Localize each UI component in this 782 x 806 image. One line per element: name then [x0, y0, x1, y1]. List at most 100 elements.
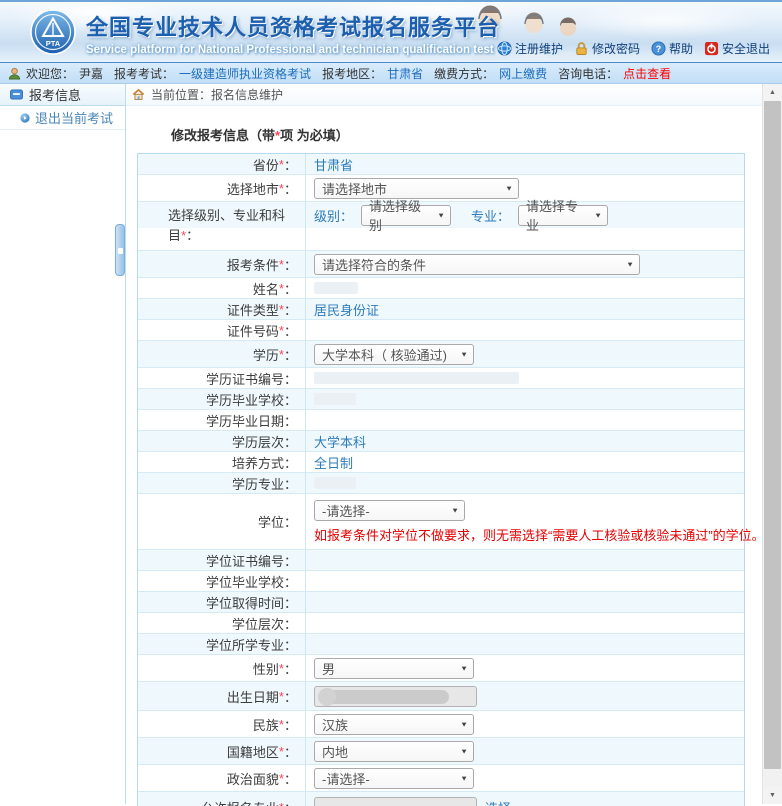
form-row-city: 选择地市*： 请选择地市▼ — [138, 175, 744, 202]
form-row-gender: 性别*： 男▼ — [138, 655, 744, 682]
major-label: 专业： — [471, 206, 510, 225]
masked-value — [314, 393, 356, 405]
header-links: 注册维护 修改密码 ? 帮助 安全退出 — [497, 40, 770, 57]
masked-value — [321, 690, 449, 704]
exam-name: 一级建造师执业资格考试 — [179, 65, 311, 82]
training-mode-value: 全日制 — [314, 453, 353, 472]
power-icon — [704, 41, 719, 56]
select-arrow-icon: ▼ — [505, 184, 513, 192]
level-select[interactable]: 请选择级别▼ — [361, 205, 451, 226]
lock-icon — [574, 41, 589, 56]
user-name: 尹嘉 — [79, 65, 103, 82]
condition-select[interactable]: 请选择符合的条件▼ — [314, 254, 640, 275]
register-maintain-link[interactable]: 注册维护 — [497, 40, 563, 57]
app-title: 全国专业技术人员资格考试报名服务平台 — [86, 10, 500, 42]
user-icon — [8, 67, 21, 80]
form-row-edu-level: 学历层次： 大学本科 — [138, 431, 744, 452]
vertical-scrollbar[interactable]: ▲ ▼ — [762, 84, 782, 804]
globe-icon — [497, 41, 512, 56]
form-row-training-mode: 培养方式： 全日制 — [138, 452, 744, 473]
form-row-id-number: 证件号码*： — [138, 320, 744, 341]
select-arrow-icon: ▼ — [626, 260, 634, 268]
form-row-ethnicity: 民族*： 汉族▼ — [138, 711, 744, 738]
change-password-link[interactable]: 修改密码 — [574, 40, 640, 57]
form-row-degree-school: 学位毕业学校： — [138, 571, 744, 592]
registration-form: 省份*： 甘肃省 选择地市*： 请选择地市▼ 选择级别、专业和科目*： 级别： … — [137, 153, 745, 806]
content-area: 当前位置：报名信息维护 修改报考信息（带*项 为必填） 省份*： 甘肃省 选择地… — [126, 84, 762, 804]
region-label: 报考地区： — [322, 65, 382, 82]
sidebar: 报考信息 退出当前考试 — [0, 84, 126, 804]
form-row-nationality: 国籍地区*： 内地▼ — [138, 738, 744, 765]
form-row-degree: 学位： -请选择-▼ 如报考条件对学位不做要求，则无需选择“需要人工核验或核验未… — [138, 494, 744, 550]
nationality-select[interactable]: 内地▼ — [314, 741, 474, 762]
degree-select[interactable]: -请选择-▼ — [314, 500, 465, 521]
form-row-level-major: 选择级别、专业和科目*： 级别： 请选择级别▼ 专业： 请选择专业▼ — [138, 202, 744, 251]
form-row-education: 学历*： 大学本科（ 核验通过)▼ — [138, 341, 744, 368]
form-row-degree-cert-no: 学位证书编号： — [138, 550, 744, 571]
home-icon — [132, 88, 145, 101]
education-select[interactable]: 大学本科（ 核验通过)▼ — [314, 344, 474, 365]
sidebar-group-exam-info[interactable]: 报考信息 — [0, 84, 125, 106]
form-row-degree-level: 学位层次： — [138, 613, 744, 634]
form-row-birthdate: 出生日期*： — [138, 682, 744, 711]
edu-level-value: 大学本科 — [314, 432, 366, 451]
form-row-degree-date: 学位取得时间： — [138, 592, 744, 613]
bullet-arrow-icon — [20, 113, 30, 123]
masked-value — [314, 282, 358, 294]
birthdate-input-disabled — [314, 686, 477, 707]
help-icon: ? — [651, 41, 666, 56]
form-title: 修改报考信息（带*项 为必填） — [171, 125, 762, 144]
sidebar-collapse-handle[interactable] — [115, 224, 125, 276]
form-row-edu-major: 学历专业： — [138, 473, 744, 494]
sidebar-item-exit-current-exam[interactable]: 退出当前考试 — [0, 106, 125, 130]
form-row-edu-cert-no: 学历证书编号： — [138, 368, 744, 389]
form-row-allowed-major: 允许报名专业*： 选择 — [138, 792, 744, 806]
phone-view-link[interactable]: 点击查看 — [623, 65, 671, 82]
form-row-name: 姓名*： — [138, 278, 744, 299]
region-name: 甘肃省 — [387, 65, 423, 82]
select-arrow-icon: ▼ — [460, 350, 468, 358]
allowed-major-input-disabled — [314, 797, 477, 806]
select-arrow-icon: ▼ — [451, 507, 459, 515]
form-row-id-type: 证件类型*： 居民身份证 — [138, 299, 744, 320]
form-row-edu-school: 学历毕业学校： — [138, 389, 744, 410]
gender-select[interactable]: 男▼ — [314, 658, 474, 679]
political-status-select[interactable]: -请选择-▼ — [314, 768, 474, 789]
phone-label: 咨询电话： — [558, 65, 618, 82]
folder-icon — [10, 89, 23, 100]
payment-label: 缴费方式： — [434, 65, 494, 82]
help-link[interactable]: ? 帮助 — [651, 40, 693, 57]
user-info-bar: 欢迎您： 尹嘉 报考考试： 一级建造师执业资格考试 报考地区： 甘肃省 缴费方式： 网上… — [0, 62, 782, 84]
masked-value — [314, 477, 356, 489]
scrollbar-thumb[interactable] — [764, 101, 781, 769]
exam-label: 报考考试： — [114, 65, 174, 82]
form-row-edu-date: 学历毕业日期： — [138, 410, 744, 431]
app-subtitle: Service platform for National Profession… — [86, 44, 500, 56]
payment-method: 网上缴费 — [499, 65, 547, 82]
select-arrow-icon: ▼ — [460, 774, 468, 782]
welcome-label: 欢迎您： — [26, 65, 74, 82]
id-type-value: 居民身份证 — [314, 300, 379, 319]
safe-logout-link[interactable]: 安全退出 — [704, 40, 770, 57]
province-value: 甘肃省 — [314, 155, 353, 174]
select-arrow-icon: ▼ — [594, 211, 602, 219]
form-row-political-status: 政治面貌*： -请选择-▼ — [138, 765, 744, 792]
level-label: 级别： — [314, 206, 353, 225]
major-select[interactable]: 请选择专业▼ — [518, 205, 608, 226]
platform-logo: PTA — [30, 9, 76, 55]
ethnicity-select[interactable]: 汉族▼ — [314, 714, 474, 735]
select-arrow-icon: ▼ — [460, 720, 468, 728]
breadcrumb: 当前位置：报名信息维护 — [126, 84, 762, 106]
form-row-province: 省份*： 甘肃省 — [138, 154, 744, 175]
choose-major-link[interactable]: 选择 — [485, 798, 511, 806]
masked-value — [314, 372, 519, 384]
scroll-up-button[interactable]: ▲ — [763, 84, 782, 101]
logo-text: PTA — [46, 39, 61, 48]
scroll-down-button[interactable]: ▼ — [763, 787, 782, 804]
app-header: PTA 全国专业技术人员资格考试报名服务平台 Service platform … — [0, 0, 782, 62]
svg-text:?: ? — [656, 44, 661, 54]
form-row-condition: 报考条件*： 请选择符合的条件▼ — [138, 251, 744, 278]
select-arrow-icon: ▼ — [437, 211, 445, 219]
form-row-degree-major: 学位所学专业： — [138, 634, 744, 655]
select-arrow-icon: ▼ — [460, 664, 468, 672]
